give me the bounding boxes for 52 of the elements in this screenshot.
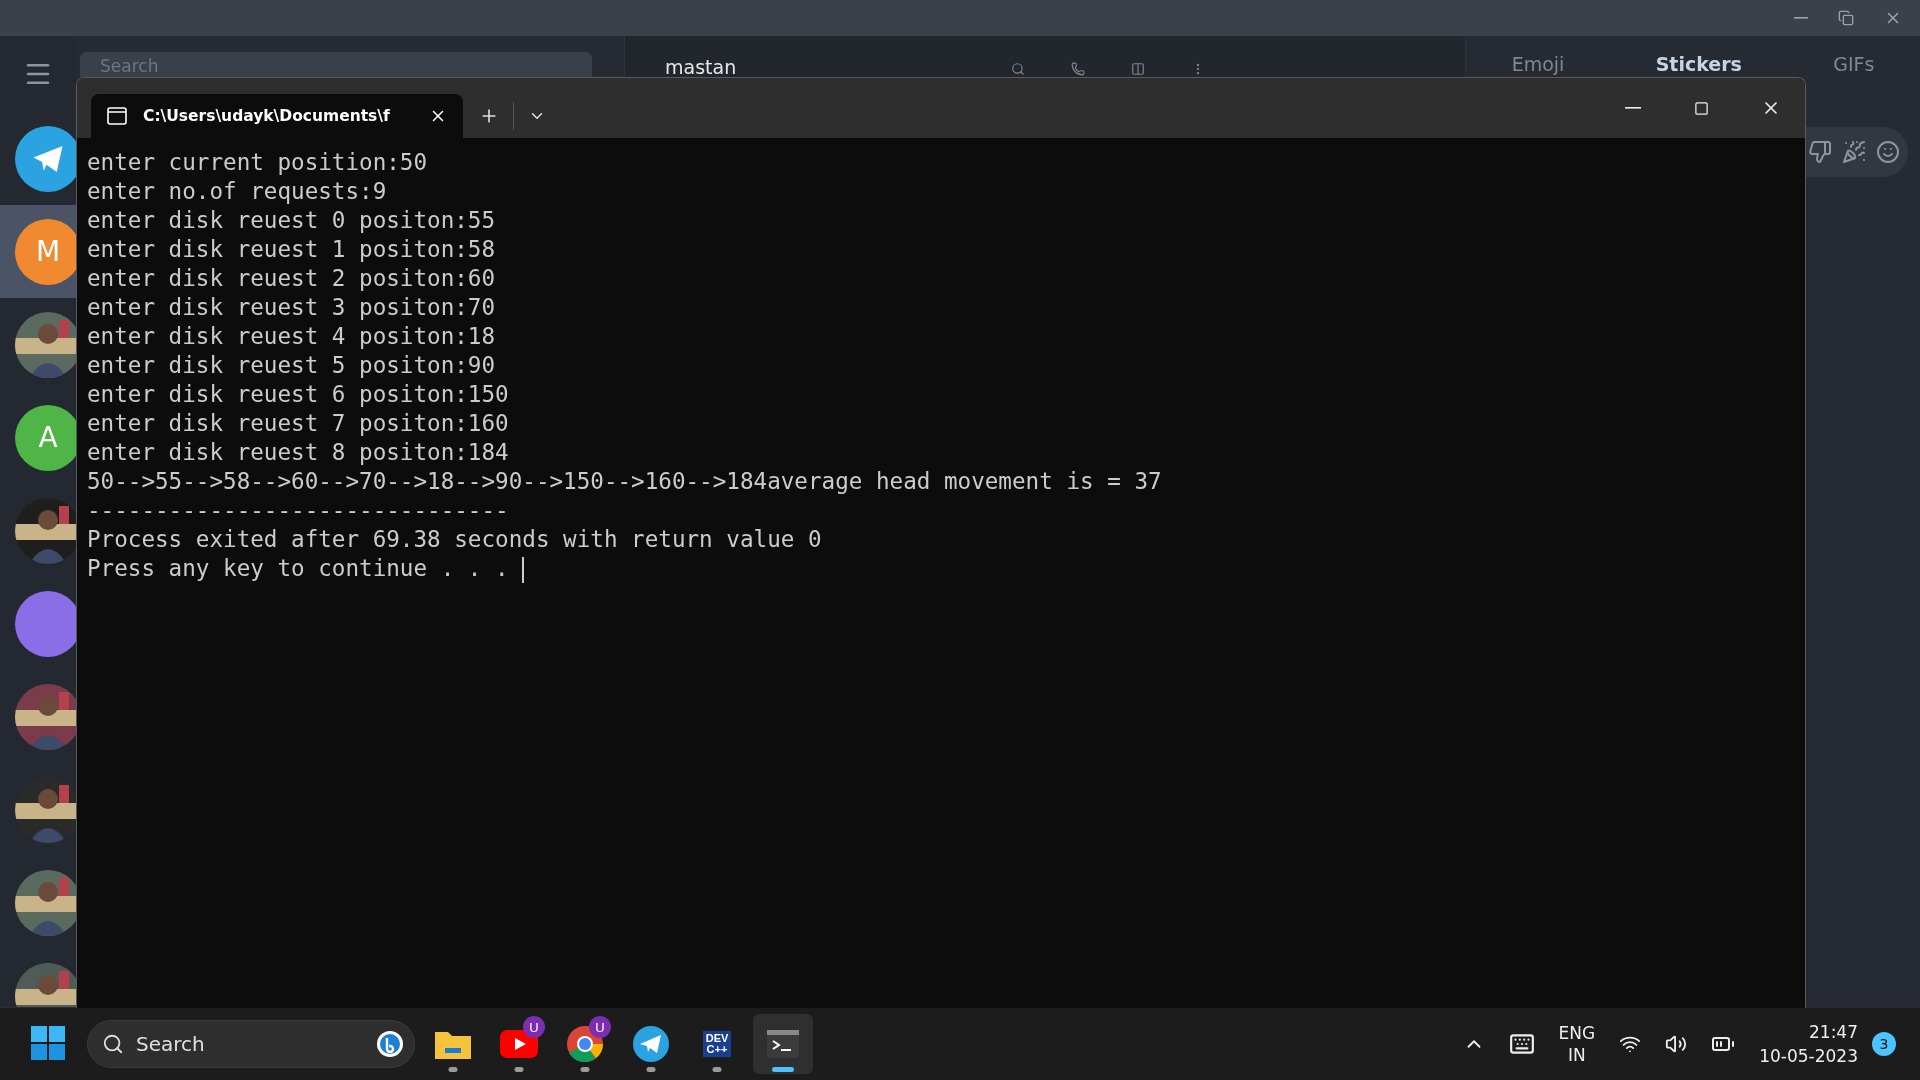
console-line: enter disk reuest 0 positon:55 <box>87 206 497 235</box>
volume-icon[interactable] <box>1665 1033 1688 1055</box>
console-line: Process exited after 69.38 seconds with return value 0 <box>87 525 823 554</box>
console-line: Press any key to continue . . . <box>87 554 1795 583</box>
sidebar-icon[interactable] <box>1131 62 1145 76</box>
clock-time[interactable]: 21:47 <box>1809 1020 1858 1044</box>
phone-icon[interactable] <box>1071 62 1085 76</box>
maximize-icon <box>1694 100 1709 116</box>
notification-count[interactable]: 3 <box>1872 1032 1896 1056</box>
browser-icon <box>566 1025 604 1063</box>
notification-badge: U <box>523 1016 545 1038</box>
party-popper-icon[interactable] <box>1842 140 1866 164</box>
console-line: enter disk reuest 2 positon:60 <box>87 264 497 293</box>
console-icon <box>107 107 127 125</box>
taskbar-search[interactable]: Search <box>87 1020 415 1068</box>
console-line: enter disk reuest 8 positon:184 <box>87 438 510 467</box>
keyboard-icon[interactable] <box>1508 1031 1535 1057</box>
thumbs-down-icon[interactable] <box>1808 140 1832 164</box>
console-line: enter disk reuest 3 positon:70 <box>87 293 497 322</box>
panel-tab[interactable]: Stickers <box>1655 53 1742 75</box>
terminal-tab[interactable]: C:\Users\udayk\Documents\f <box>91 94 463 138</box>
smile-icon[interactable] <box>1876 140 1900 164</box>
console-line: ------------------------------- <box>87 496 510 525</box>
language-label[interactable]: ENG <box>1558 1022 1596 1044</box>
taskbar-app[interactable] <box>753 1014 813 1074</box>
console-line: enter disk reuest 1 positon:58 <box>87 235 497 264</box>
region-label[interactable]: IN <box>1568 1044 1586 1066</box>
chat-title: mastan <box>665 56 737 78</box>
console-line: enter disk reuest 6 positon:150 <box>87 380 510 409</box>
panel-tab[interactable]: GIFs <box>1833 53 1875 75</box>
panel-tab[interactable]: Emoji <box>1511 53 1565 75</box>
taskbar-app[interactable]: U <box>489 1014 549 1074</box>
minimize-icon <box>1624 107 1641 109</box>
play-icon <box>500 1030 538 1058</box>
paper-plane-icon <box>632 1025 670 1063</box>
console-line: enter disk reuest 4 positon:18 <box>87 322 497 351</box>
console-line: enter current position:50 <box>87 148 429 177</box>
notification-badge: U <box>589 1016 611 1038</box>
restore-icon[interactable] <box>1838 10 1854 26</box>
search-icon <box>102 1033 124 1055</box>
dev-cpp-logo: DEV C++ <box>702 1031 732 1057</box>
chat-bubble-icon[interactable] <box>376 1030 404 1058</box>
console-line: enter no.of requests:9 <box>87 177 388 206</box>
taskbar-app[interactable]: DEV C++ <box>687 1014 747 1074</box>
terminal-icon <box>767 1030 799 1058</box>
text-cursor <box>522 556 525 583</box>
clock-date[interactable]: 10-05-2023 <box>1759 1044 1858 1068</box>
taskbar-app[interactable]: U <box>555 1014 615 1074</box>
console-line: enter disk reuest 5 positon:90 <box>87 351 497 380</box>
search-icon[interactable] <box>1011 62 1025 76</box>
console-line: 50-->55-->58-->60-->70-->18-->90-->150-->160-->184average head movement is = 37 <box>87 467 1163 496</box>
console-line: enter disk reuest 7 positon:160 <box>87 409 510 438</box>
